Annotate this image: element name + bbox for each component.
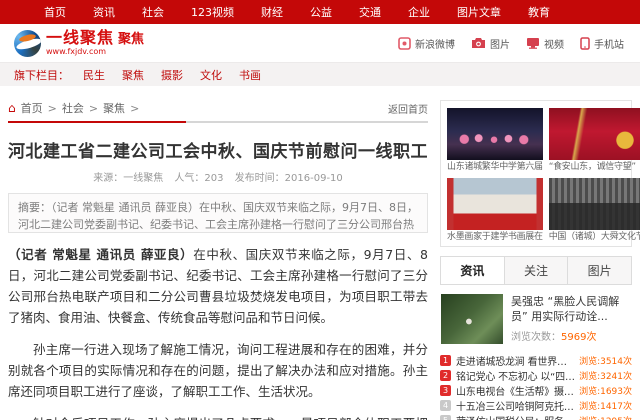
nav-item-photo-articles[interactable]: 图片文章	[457, 4, 501, 20]
list-item-views: 浏览:1295次	[579, 414, 632, 420]
article-abstract: 摘要：（记者 常魁星 通讯员 薛亚良）在中秋、国庆双节来临之际，9月7日、8日，…	[8, 193, 428, 233]
article-paragraph-3: 针对今后项目工作，孙主席提出了几点要求：一是项目部全体职工要把安全当作最大的效益…	[8, 413, 428, 420]
video-icon	[526, 37, 540, 49]
nav-item-finance[interactable]: 财经	[261, 4, 283, 20]
tab-pictures[interactable]: 图片	[568, 257, 631, 284]
list-item-views: 浏览:1693次	[579, 384, 632, 397]
featured-thumbnail	[441, 294, 503, 344]
article-paragraph-2: 孙主席一行进入现场了解施工情况，询问工程进展和存在的困难，并分别就各个项目的实际…	[8, 339, 428, 402]
photo-thumbnail-stage	[447, 108, 543, 160]
sidebar: 山东诸城繁华中学第六届 “食安山东，诚信守望” 水墨画家于建学书画展在 中国（诸…	[440, 100, 632, 420]
photo-caption: 水墨画家于建学书画展在	[447, 230, 543, 245]
list-item: 5 菏泽仿山国税分局：服务凸显 浏览:1295次	[440, 413, 632, 420]
photo-card[interactable]: “食安山东，诚信守望”	[549, 108, 640, 175]
nav-item-enterprise[interactable]: 企业	[408, 4, 430, 20]
tab-follow[interactable]: 关注	[505, 257, 569, 284]
breadcrumb: ⌂ 首页 > 社会 > 聚焦 > 返回首页	[8, 100, 428, 123]
site-logo[interactable]: 一线聚焦聚焦 www.fxjdv.com	[14, 30, 144, 57]
subnav-item-shuhua[interactable]: 书画	[239, 67, 261, 83]
pictures-link[interactable]: 图片	[471, 36, 510, 51]
list-item-title[interactable]: 十五冶三公司哈铜阿克托盖项目	[456, 398, 575, 413]
subnav-label: 旗下栏目：	[14, 67, 69, 83]
breadcrumb-society[interactable]: 社会	[62, 100, 84, 116]
featured-title: 吴强忠 “黑脸人民调解员” 用实际行动诠...	[511, 294, 631, 324]
weibo-link[interactable]: 新浪微博	[398, 36, 455, 51]
list-item-title[interactable]: 山东电视台《生活帮》摄制组来	[456, 383, 575, 398]
logo-subtitle: 聚焦	[118, 32, 144, 47]
quick-links: 新浪微博 图片 视频 手机站	[398, 36, 624, 51]
rank-badge: 4	[440, 400, 451, 411]
list-item: 2 铭记党心 不忘初心 以“四讲四 浏览:3241次	[440, 368, 632, 383]
article-popularity: 人气：203	[174, 173, 223, 184]
photo-card[interactable]: 中国（诸城）大舜文化节	[549, 178, 640, 245]
article-source: 来源：一线聚焦	[93, 173, 163, 184]
subnav-item-sheying[interactable]: 摄影	[161, 67, 183, 83]
photo-thumbnail-exhibition	[447, 178, 543, 230]
breadcrumb-jujiao[interactable]: 聚焦	[103, 100, 125, 116]
back-home-link[interactable]: 返回首页	[388, 101, 428, 116]
home-icon: ⌂	[8, 102, 16, 114]
nav-item-traffic[interactable]: 交通	[359, 4, 381, 20]
weibo-icon	[398, 37, 411, 50]
article-meta: 来源：一线聚焦 人气：203 发布时间：2016-09-10	[8, 169, 428, 184]
list-item: 3 山东电视台《生活帮》摄制组来 浏览:1693次	[440, 383, 632, 398]
rank-badge: 2	[440, 370, 451, 381]
photo-card[interactable]: 水墨画家于建学书画展在	[447, 178, 543, 245]
featured-article[interactable]: 吴强忠 “黑脸人民调解员” 用实际行动诠... 浏览次数：5969次	[440, 285, 632, 351]
breadcrumb-home[interactable]: 首页	[21, 100, 43, 116]
tab-news[interactable]: 资讯	[441, 257, 505, 284]
mobile-site-link[interactable]: 手机站	[580, 36, 624, 51]
camera-icon	[471, 37, 486, 49]
list-item-views: 浏览:3241次	[579, 369, 632, 382]
photo-thumbnail-banner	[549, 108, 640, 160]
sidebar-photo-grid: 山东诸城繁华中学第六届 “食安山东，诚信守望” 水墨画家于建学书画展在 中国（诸…	[440, 100, 632, 247]
top-navigation: 首页 资讯 社会 123视频 财经 公益 交通 企业 图片文章 教育	[0, 0, 640, 24]
globe-logo-icon	[14, 30, 41, 57]
rank-badge: 3	[440, 385, 451, 396]
list-item-views: 浏览:3514次	[579, 354, 632, 367]
content-area: ⌂ 首页 > 社会 > 聚焦 > 返回首页 河北建工省二建公司工会中秋、国庆节前…	[0, 86, 640, 420]
featured-views: 浏览次数：5969次	[511, 328, 631, 343]
rank-badge: 1	[440, 355, 451, 366]
article-paragraph-1: （记者 常魁星 通讯员 薛亚良）在中秋、国庆双节来临之际，9月7日、8日，河北二…	[8, 244, 428, 328]
photo-card[interactable]: 山东诸城繁华中学第六届	[447, 108, 543, 175]
nav-item-society[interactable]: 社会	[142, 4, 164, 20]
nav-item-education[interactable]: 教育	[528, 4, 550, 20]
nav-item-charity[interactable]: 公益	[310, 4, 332, 20]
list-item-views: 浏览:1417次	[579, 399, 632, 412]
video-link[interactable]: 视频	[526, 36, 564, 51]
breadcrumb-accent-line	[8, 121, 186, 123]
ranked-article-list: 1 走进诸城恐龙涧 看世界地质奇观 浏览:3514次 2 铭记党心 不忘初心 以…	[440, 353, 632, 420]
list-item-title[interactable]: 铭记党心 不忘初心 以“四讲四	[456, 368, 575, 383]
photo-thumbnail-crowd	[549, 178, 640, 230]
photo-caption: “食安山东，诚信守望”	[549, 160, 640, 175]
logo-url: www.fxjdv.com	[46, 48, 144, 56]
nav-item-home[interactable]: 首页	[44, 4, 66, 20]
logo-title: 一线聚焦	[46, 28, 114, 47]
mobile-icon	[580, 37, 590, 50]
article-date: 发布时间：2016-09-10	[235, 173, 343, 184]
photo-caption: 山东诸城繁华中学第六届	[447, 160, 543, 175]
list-item: 4 十五冶三公司哈铜阿克托盖项目 浏览:1417次	[440, 398, 632, 413]
subnav-item-minsheng[interactable]: 民生	[83, 67, 105, 83]
subnav-item-wenhua[interactable]: 文化	[200, 67, 222, 83]
list-item: 1 走进诸城恐龙涧 看世界地质奇观 浏览:3514次	[440, 353, 632, 368]
nav-item-123video[interactable]: 123视频	[191, 4, 234, 20]
list-item-title[interactable]: 菏泽仿山国税分局：服务凸显	[456, 413, 575, 420]
sidebar-tabs: 资讯 关注 图片	[440, 256, 632, 285]
sub-navigation: 旗下栏目： 民生 聚焦 摄影 文化 书画	[0, 62, 640, 86]
site-header: 一线聚焦聚焦 www.fxjdv.com 新浪微博 图片 视频 手机站	[0, 24, 640, 62]
photo-caption: 中国（诸城）大舜文化节	[549, 230, 640, 245]
rank-badge: 5	[440, 415, 451, 420]
main-column: ⌂ 首页 > 社会 > 聚焦 > 返回首页 河北建工省二建公司工会中秋、国庆节前…	[8, 100, 428, 420]
nav-item-news[interactable]: 资讯	[93, 4, 115, 20]
article-title: 河北建工省二建公司工会中秋、国庆节前慰问一线职工	[8, 137, 428, 162]
subnav-item-jujiao[interactable]: 聚焦	[122, 67, 144, 83]
list-item-title[interactable]: 走进诸城恐龙涧 看世界地质奇观	[456, 353, 575, 368]
